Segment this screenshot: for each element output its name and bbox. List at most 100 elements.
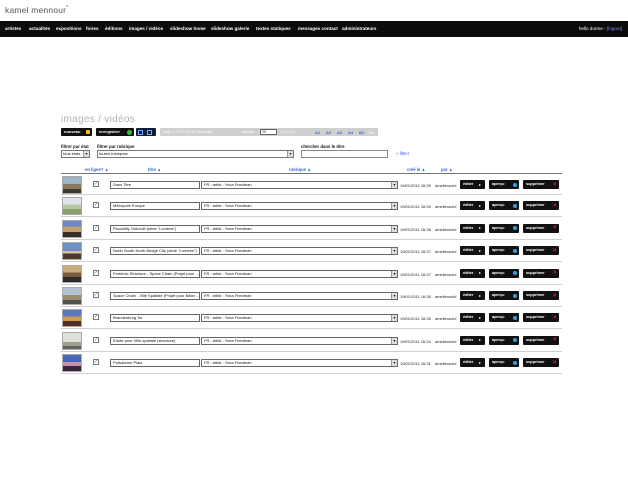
col-rubric[interactable]: rubrique ▲ (289, 167, 311, 172)
online-checkbox[interactable]: ✓ (93, 292, 99, 298)
col-online[interactable]: en ligne? ▲ (85, 167, 109, 172)
thumbnail-image[interactable] (62, 197, 82, 216)
arrow-right-icon: ▸ (479, 225, 482, 231)
rubric-select[interactable]: FR : artist : Yona Friedman ▾ (201, 181, 398, 189)
edit-button[interactable]: éditer ▸ (460, 291, 485, 300)
thumbnail-image[interactable] (62, 354, 82, 373)
page-next-link[interactable]: >> (369, 130, 374, 135)
edit-button[interactable]: éditer ▸ (460, 313, 485, 323)
rubric-select[interactable]: FR : artist : Yona Friedman ▾ (201, 359, 398, 368)
page-link-a1[interactable]: A1 (315, 130, 320, 135)
thumbnail-image[interactable] (62, 309, 82, 328)
online-checkbox[interactable]: ✓ (93, 247, 99, 254)
online-checkbox[interactable]: ✓ (93, 224, 99, 231)
nav-item-slideshow-home[interactable]: slideshow home (170, 26, 206, 31)
filter-submit-link[interactable]: » filtrer (396, 151, 409, 156)
rubric-select[interactable]: FR : artist : Yona Friedman ▾ (201, 202, 398, 211)
title-input[interactable]: Métropole Europe (110, 202, 200, 211)
per-page-value: 20 (262, 130, 266, 134)
delete-button[interactable]: supprimer × (523, 201, 559, 211)
preview-button[interactable]: aperçu (489, 268, 519, 278)
online-checkbox[interactable]: ✓ (93, 359, 99, 366)
rubric-select[interactable]: FR : artist : Yona Friedman ▾ (201, 224, 398, 233)
filter-state-select[interactable]: tous états ▾ (61, 150, 90, 158)
preview-button[interactable]: aperçu (489, 291, 519, 300)
edit-button[interactable]: éditer ▸ (460, 223, 485, 233)
thumbnail-image[interactable] (62, 176, 82, 194)
thumbnail-image[interactable] (62, 242, 82, 261)
delete-button[interactable]: supprimer × (523, 291, 559, 300)
thumbnail-image[interactable] (62, 264, 82, 283)
title-input[interactable]: Brandenburg Tor (110, 314, 200, 323)
per-page-select[interactable]: 20 (260, 129, 277, 135)
col-title[interactable]: titre ▲ (148, 167, 161, 172)
rubric-select[interactable]: FR : artist : Yona Friedman ▾ (201, 247, 398, 256)
edit-button[interactable]: éditer ▸ (460, 335, 485, 345)
nav-item-foires[interactable]: foires (86, 26, 99, 31)
online-checkbox[interactable]: ✓ (93, 314, 99, 321)
list-view-icon[interactable] (147, 129, 152, 135)
new-button[interactable]: nouveau (61, 128, 92, 136)
nav-item-slideshow-galerie[interactable]: slideshow galerie (211, 26, 249, 31)
filter-rubric-select[interactable]: toutes rubriques ▾ (97, 150, 294, 158)
save-button[interactable]: enregistrer (96, 128, 134, 136)
thumbnail-image[interactable] (62, 219, 82, 238)
delete-button[interactable]: supprimer × (523, 268, 559, 278)
online-checkbox[interactable]: ✓ (93, 336, 99, 343)
delete-button[interactable]: supprimer × (523, 313, 559, 323)
pager-info: page 1 / 197 (3702 éléments) (163, 130, 213, 134)
title-input[interactable]: North South North Bridge City (série "Lo… (110, 247, 200, 256)
nav-item-administrateurs[interactable]: administrateurs (342, 26, 376, 31)
rubric-select[interactable]: FR : artist : Yona Friedman ▾ (201, 269, 398, 278)
preview-button[interactable]: aperçu (489, 358, 519, 368)
page-link-b1[interactable]: B1 (359, 130, 364, 135)
search-title-input[interactable] (301, 150, 388, 158)
rubric-select[interactable]: FR : artist : Yona Friedman ▾ (201, 292, 398, 300)
edit-button[interactable]: éditer ▸ (460, 246, 485, 256)
page-link-a2[interactable]: A2 (326, 130, 331, 135)
col-created[interactable]: créé le ▲ (407, 167, 426, 172)
logout-link[interactable]: [logout] (607, 26, 622, 31)
rubric-select[interactable]: FR : artist : Yona Friedman ▾ (201, 314, 398, 323)
edit-button[interactable]: éditer ▸ (460, 180, 485, 189)
nav-item-actualites[interactable]: actualités (29, 26, 50, 31)
thumbnail-image[interactable] (62, 287, 82, 305)
rubric-select[interactable]: FR : artist : Yona Friedman ▾ (201, 336, 398, 345)
title-input[interactable]: Piccadilly Onboulli (série "Londres") (110, 224, 200, 233)
edit-button[interactable]: éditer ▸ (460, 268, 485, 278)
preview-button[interactable]: aperçu (489, 201, 519, 211)
title-input[interactable]: Space Chain - Ville Spatiale (Projet pou… (110, 292, 200, 300)
online-checkbox[interactable]: ✓ (93, 181, 99, 187)
preview-button[interactable]: aperçu (489, 335, 519, 345)
title-input[interactable]: Potsdamer Platz (110, 359, 200, 368)
online-checkbox[interactable]: ✓ (93, 202, 99, 209)
edit-button-label: éditer (463, 203, 474, 208)
col-by[interactable]: par ▲ (441, 167, 453, 172)
delete-button[interactable]: supprimer × (523, 223, 559, 233)
nav-item-images-videos[interactable]: images / vidéos (129, 26, 163, 31)
edit-button[interactable]: éditer ▸ (460, 201, 485, 211)
nav-item-textes-statiques[interactable]: textes statiques (256, 26, 291, 31)
page-link-a4[interactable]: A4 (348, 130, 353, 135)
nav-item-artistes[interactable]: artistes (5, 26, 21, 31)
preview-button[interactable]: aperçu (489, 313, 519, 323)
delete-button[interactable]: supprimer × (523, 180, 559, 189)
title-input[interactable]: Protéinic Structure - Space Chain (Proje… (110, 269, 200, 278)
page-link-a3[interactable]: A3 (337, 130, 342, 135)
edit-button[interactable]: éditer ▸ (460, 358, 485, 368)
preview-button[interactable]: aperçu (489, 246, 519, 256)
preview-button[interactable]: aperçu (489, 180, 519, 189)
nav-item-expositions[interactable]: expositions (56, 26, 82, 31)
title-input[interactable]: Sans Titre (110, 181, 200, 189)
delete-button[interactable]: supprimer × (523, 335, 559, 345)
nav-item-messages-contact[interactable]: messages contact (298, 26, 338, 31)
grid-view-icon[interactable] (138, 129, 143, 135)
preview-button[interactable]: aperçu (489, 223, 519, 233)
brand-logo[interactable]: kamel mennour* (5, 5, 68, 15)
delete-button[interactable]: supprimer × (523, 358, 559, 368)
delete-button[interactable]: supprimer × (523, 246, 559, 256)
title-input[interactable]: Etude pour Ville spatiale (structure) (110, 336, 200, 345)
online-checkbox[interactable]: ✓ (93, 269, 99, 276)
nav-item-editions[interactable]: éditions (105, 26, 123, 31)
thumbnail-image[interactable] (62, 331, 82, 350)
